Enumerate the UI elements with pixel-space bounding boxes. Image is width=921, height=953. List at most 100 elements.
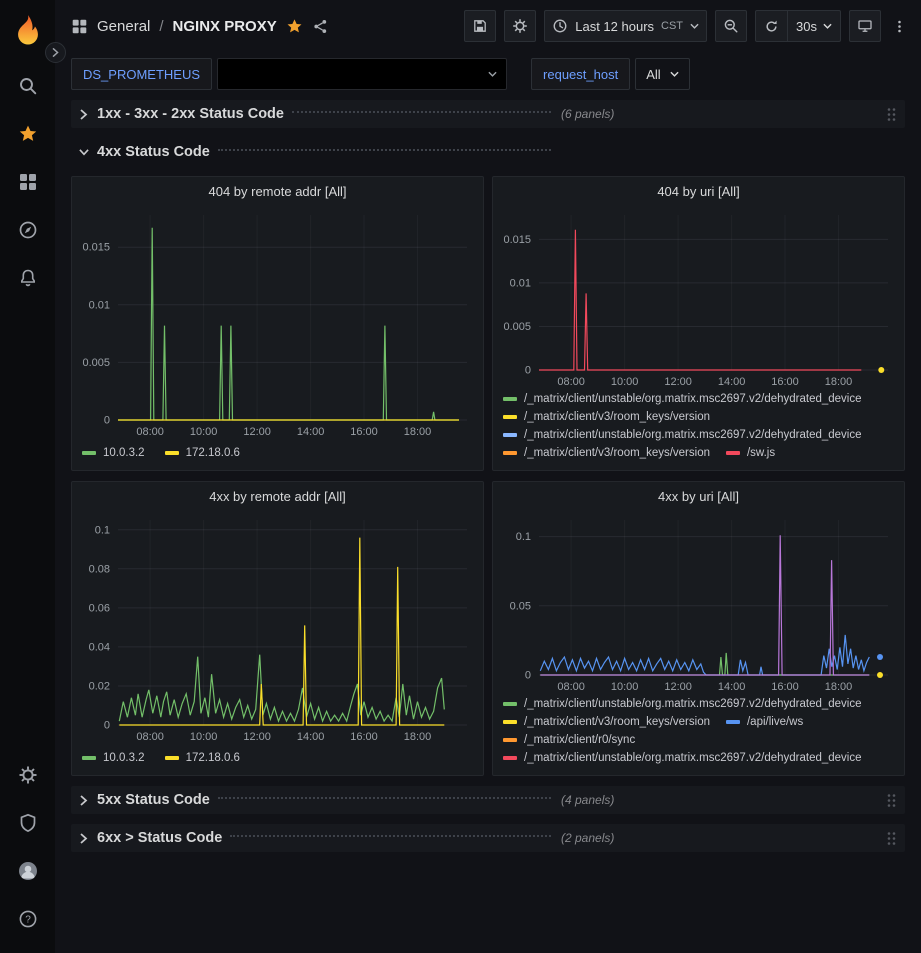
svg-text:14:00: 14:00: [297, 731, 325, 743]
sidebar-item-explore[interactable]: [0, 206, 55, 254]
panel-title[interactable]: 4xx by uri [All]: [493, 482, 904, 510]
share-icon[interactable]: [312, 18, 329, 35]
timeseries-chart[interactable]: 00.0050.010.01508:0010:0012:0014:0016:00…: [493, 205, 904, 390]
more-options-button[interactable]: [889, 19, 909, 34]
sidebar-item-server-admin[interactable]: [0, 799, 55, 847]
gear-icon: [512, 18, 528, 34]
time-range-picker[interactable]: Last 12 hours CST: [544, 10, 707, 42]
panel-title[interactable]: 4xx by remote addr [All]: [72, 482, 483, 510]
legend-item[interactable]: /_matrix/client/v3/room_keys/version: [503, 411, 710, 423]
variable-datasource-select[interactable]: [217, 58, 507, 90]
timeseries-chart[interactable]: 00.020.040.060.080.108:0010:0012:0014:00…: [72, 510, 483, 745]
bell-icon: [18, 268, 38, 288]
sidebar-item-search[interactable]: [0, 62, 55, 110]
row-panel-count: (2 panels): [561, 831, 614, 845]
panel-title[interactable]: 404 by uri [All]: [493, 177, 904, 205]
legend-item[interactable]: 172.18.0.6: [165, 447, 240, 459]
legend-item[interactable]: 10.0.3.2: [82, 447, 145, 459]
legend-item[interactable]: /sw.js: [726, 447, 775, 459]
row-title: 5xx Status Code: [97, 792, 210, 808]
legend-color-chip: [503, 433, 517, 437]
svg-text:0: 0: [104, 720, 110, 732]
sidebar-item-help[interactable]: ?: [0, 895, 55, 943]
legend-label: /_matrix/client/unstable/org.matrix.msc2…: [524, 429, 862, 441]
legend-color-chip: [503, 451, 517, 455]
legend-color-chip: [726, 720, 740, 724]
svg-text:10:00: 10:00: [190, 426, 218, 438]
sidebar-item-configuration[interactable]: [0, 751, 55, 799]
avatar: [18, 861, 38, 881]
svg-text:08:00: 08:00: [557, 376, 585, 388]
row-drag-handle[interactable]: [886, 793, 897, 808]
svg-text:16:00: 16:00: [771, 376, 799, 388]
dashboard-row-4xx[interactable]: 4xx Status Code: [71, 138, 905, 166]
svg-text:0.015: 0.015: [503, 234, 531, 246]
dashboard-row-6xx[interactable]: 6xx > Status Code (2 panels): [71, 824, 905, 852]
zoom-out-button[interactable]: [715, 10, 747, 42]
sidebar-item-profile[interactable]: [0, 847, 55, 895]
svg-text:10:00: 10:00: [611, 681, 639, 693]
legend-label: 10.0.3.2: [103, 447, 145, 459]
panel-4xx-by-remote-addr: 4xx by remote addr [All] 00.020.040.060.…: [71, 481, 484, 776]
legend-item[interactable]: /_matrix/client/r0/sync: [503, 734, 635, 746]
svg-text:0.01: 0.01: [510, 277, 531, 289]
sidebar-item-starred[interactable]: [0, 110, 55, 158]
save-icon: [472, 18, 488, 34]
svg-text:08:00: 08:00: [557, 681, 585, 693]
legend-label: /_matrix/client/v3/room_keys/version: [524, 447, 710, 459]
grid-icon: [18, 172, 38, 192]
variable-datasource: DS_PROMETHEUS: [71, 58, 507, 90]
legend-item[interactable]: /_matrix/client/unstable/org.matrix.msc2…: [503, 393, 862, 405]
zoom-out-icon: [723, 18, 739, 34]
sidebar-item-dashboards[interactable]: [0, 158, 55, 206]
variable-request-host: request_host All: [531, 58, 690, 90]
legend-item[interactable]: 172.18.0.6: [165, 752, 240, 764]
svg-text:16:00: 16:00: [350, 731, 378, 743]
panel-title[interactable]: 404 by remote addr [All]: [72, 177, 483, 205]
legend-item[interactable]: /_matrix/client/unstable/org.matrix.msc2…: [503, 752, 862, 764]
dotted-leader: [218, 149, 551, 151]
row-drag-handle[interactable]: [886, 831, 897, 846]
row-drag-handle[interactable]: [886, 107, 897, 122]
chevron-down-icon: [823, 19, 832, 34]
timeseries-plot: 00.0050.010.01508:0010:0012:0014:0016:00…: [72, 205, 483, 440]
sidebar-item-alerting[interactable]: [0, 254, 55, 302]
svg-text:08:00: 08:00: [136, 731, 164, 743]
svg-text:?: ?: [25, 915, 31, 926]
dashboard-settings-button[interactable]: [504, 10, 536, 42]
timeseries-plot: 00.050.108:0010:0012:0014:0016:0018:00: [493, 510, 904, 695]
legend-item[interactable]: /api/live/ws: [726, 716, 803, 728]
cycle-view-mode-button[interactable]: [849, 10, 881, 42]
timeseries-chart[interactable]: 00.0050.010.01508:0010:0012:0014:0016:00…: [72, 205, 483, 440]
dotted-leader: [230, 835, 551, 837]
dashboard-row-5xx[interactable]: 5xx Status Code (4 panels): [71, 786, 905, 814]
svg-text:0.04: 0.04: [89, 641, 110, 653]
favorite-star-icon[interactable]: [286, 18, 303, 35]
svg-text:18:00: 18:00: [825, 681, 853, 693]
save-dashboard-button[interactable]: [464, 10, 496, 42]
chevron-down-icon: [79, 147, 89, 158]
timezone-label: CST: [661, 20, 683, 32]
legend-label: 172.18.0.6: [186, 447, 240, 459]
legend-color-chip: [503, 702, 517, 706]
variable-request-host-select[interactable]: All: [635, 58, 689, 90]
svg-text:0.005: 0.005: [503, 321, 531, 333]
legend-item[interactable]: /_matrix/client/v3/room_keys/version: [503, 447, 710, 459]
panel-404-by-uri: 404 by uri [All] 00.0050.010.01508:0010:…: [492, 176, 905, 471]
legend-label: 10.0.3.2: [103, 752, 145, 764]
legend-item[interactable]: /_matrix/client/v3/room_keys/version: [503, 716, 710, 728]
svg-text:14:00: 14:00: [718, 681, 746, 693]
refresh-button[interactable]: [756, 11, 787, 41]
breadcrumb-folder[interactable]: General: [97, 18, 150, 35]
grafana-flame-icon: [11, 13, 45, 47]
timeseries-chart[interactable]: 00.050.108:0010:0012:0014:0016:0018:00: [493, 510, 904, 695]
dashboard-row-1xx-3xx-2xx[interactable]: 1xx - 3xx - 2xx Status Code (6 panels): [71, 100, 905, 128]
refresh-interval-dropdown[interactable]: 30s: [787, 11, 840, 41]
svg-text:12:00: 12:00: [243, 426, 271, 438]
legend-color-chip: [503, 756, 517, 760]
sidebar-expand-button[interactable]: [45, 42, 66, 63]
svg-text:16:00: 16:00: [771, 681, 799, 693]
legend-item[interactable]: 10.0.3.2: [82, 752, 145, 764]
legend-item[interactable]: /_matrix/client/unstable/org.matrix.msc2…: [503, 698, 862, 710]
legend-item[interactable]: /_matrix/client/unstable/org.matrix.msc2…: [503, 429, 862, 441]
